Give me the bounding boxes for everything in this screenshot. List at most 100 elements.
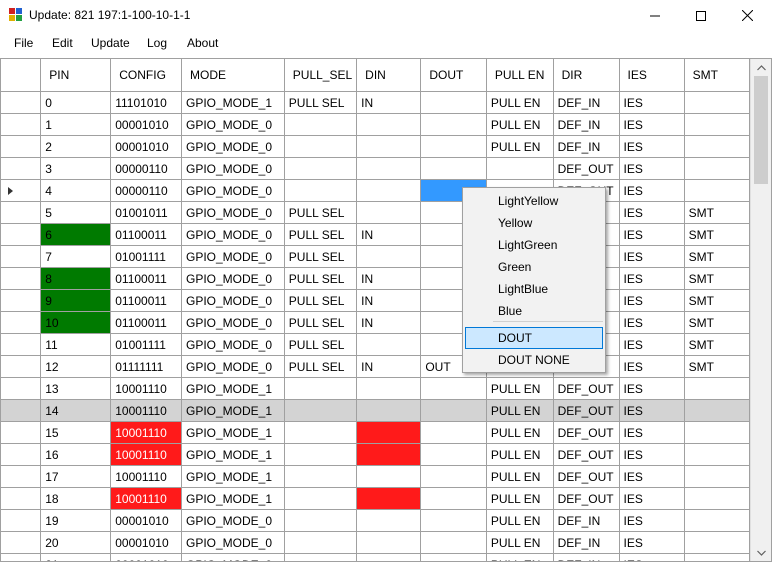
cell-din[interactable] [356, 113, 422, 136]
menu-item-lightyellow[interactable]: LightYellow [465, 190, 603, 212]
cell-mode[interactable]: GPIO_MODE_0 [181, 223, 285, 246]
cell-mode[interactable]: GPIO_MODE_0 [181, 509, 285, 532]
cell-dout[interactable] [420, 487, 487, 510]
table-row[interactable]: 13 10001110 GPIO_MODE_1 PULL EN DEF_OUT IES [0, 377, 750, 400]
cell-pull-en[interactable]: PULL EN [485, 377, 554, 400]
cell-din[interactable] [356, 399, 422, 422]
cell-dout[interactable] [420, 91, 487, 114]
column-header-mode[interactable]: MODE [181, 58, 285, 92]
cell-ies[interactable]: IES [618, 509, 685, 532]
cell-mode[interactable]: GPIO_MODE_0 [181, 267, 285, 290]
table-row[interactable]: 19 00001010 GPIO_MODE_0 PULL EN DEF_IN IES [0, 509, 750, 532]
cell-ies[interactable]: IES [618, 333, 685, 356]
cell-ies[interactable]: IES [618, 443, 685, 466]
cell-smt[interactable] [683, 157, 750, 180]
row-header[interactable] [0, 135, 42, 158]
cell-dir[interactable]: DEF_IN [552, 113, 620, 136]
menu-update[interactable]: Update [91, 36, 130, 50]
cell-config[interactable]: 10001110 [110, 399, 182, 422]
cell-pull-sel[interactable] [283, 509, 358, 532]
cell-mode[interactable]: GPIO_MODE_0 [181, 179, 285, 202]
cell-din[interactable] [356, 135, 422, 158]
cell-ies[interactable]: IES [618, 289, 685, 312]
column-header-config[interactable]: CONFIG [110, 58, 182, 92]
cell-pull-sel[interactable] [283, 443, 358, 466]
cell-ies[interactable]: IES [618, 245, 685, 268]
cell-pull-sel[interactable] [283, 135, 358, 158]
cell-pull-en[interactable]: PULL EN [485, 509, 554, 532]
row-header[interactable] [0, 179, 42, 202]
row-header[interactable] [0, 377, 42, 400]
cell-config[interactable]: 00001010 [110, 509, 182, 532]
cell-smt[interactable] [683, 135, 750, 158]
cell-dir[interactable]: DEF_OUT [552, 377, 620, 400]
cell-pin[interactable]: 8 [40, 267, 112, 290]
menu-item-lightgreen[interactable]: LightGreen [465, 234, 603, 256]
table-row[interactable]: 3 00000110 GPIO_MODE_0 DEF_OUT IES [0, 157, 750, 180]
cell-dout[interactable] [420, 553, 487, 562]
cell-pull-sel[interactable]: PULL SEL [283, 267, 358, 290]
menu-item-yellow[interactable]: Yellow [465, 212, 603, 234]
cell-mode[interactable]: GPIO_MODE_0 [181, 531, 285, 554]
menu-log[interactable]: Log [147, 36, 167, 50]
cell-din[interactable] [356, 333, 422, 356]
cell-ies[interactable]: IES [618, 223, 685, 246]
cell-ies[interactable]: IES [618, 91, 685, 114]
cell-pin[interactable]: 19 [40, 509, 112, 532]
menu-item-green[interactable]: Green [465, 256, 603, 278]
cell-dout[interactable] [420, 135, 487, 158]
cell-din[interactable]: IN [356, 267, 422, 290]
cell-din[interactable] [356, 487, 422, 510]
cell-mode[interactable]: GPIO_MODE_1 [181, 377, 285, 400]
row-header[interactable] [0, 465, 42, 488]
cell-config[interactable]: 00001010 [110, 135, 182, 158]
cell-pin[interactable]: 12 [40, 355, 112, 378]
cell-pull-en[interactable]: PULL EN [485, 399, 554, 422]
cell-dout[interactable] [420, 465, 487, 488]
cell-pull-sel[interactable] [283, 531, 358, 554]
column-header-din[interactable]: DIN [356, 58, 422, 92]
cell-config[interactable]: 00001010 [110, 553, 182, 562]
cell-ies[interactable]: IES [618, 553, 685, 562]
cell-dout[interactable] [420, 399, 487, 422]
cell-mode[interactable]: GPIO_MODE_0 [181, 333, 285, 356]
cell-pin[interactable]: 6 [40, 223, 112, 246]
row-header[interactable] [0, 289, 42, 312]
cell-config[interactable]: 01100011 [110, 311, 182, 334]
cell-pin[interactable]: 3 [40, 157, 112, 180]
cell-pull-sel[interactable]: PULL SEL [283, 311, 358, 334]
menu-file[interactable]: File [14, 36, 33, 50]
cell-din[interactable] [356, 465, 422, 488]
cell-pull-en[interactable]: PULL EN [485, 553, 554, 562]
cell-mode[interactable]: GPIO_MODE_0 [181, 135, 285, 158]
table-row[interactable]: 12 01111111 GPIO_MODE_0 PULL SEL IN OUT IES SMT [0, 355, 750, 378]
table-row[interactable]: 10 01100011 GPIO_MODE_0 PULL SEL IN IES SMT [0, 311, 750, 334]
minimize-button[interactable] [632, 0, 678, 31]
cell-dir[interactable]: DEF_OUT [552, 465, 620, 488]
cell-dir[interactable]: DEF_OUT [552, 399, 620, 422]
table-row[interactable]: 17 10001110 GPIO_MODE_1 PULL EN DEF_OUT IES [0, 465, 750, 488]
cell-config[interactable]: 01001011 [110, 201, 182, 224]
row-header[interactable] [0, 113, 42, 136]
cell-mode[interactable]: GPIO_MODE_1 [181, 487, 285, 510]
row-header[interactable] [0, 267, 42, 290]
cell-pin[interactable]: 13 [40, 377, 112, 400]
cell-smt[interactable] [683, 531, 750, 554]
cell-smt[interactable]: SMT [683, 289, 750, 312]
column-header-dout[interactable]: DOUT [420, 58, 487, 92]
cell-din[interactable]: IN [356, 223, 422, 246]
cell-dout[interactable] [420, 113, 487, 136]
cell-pull-sel[interactable]: PULL SEL [283, 333, 358, 356]
cell-config[interactable]: 10001110 [110, 487, 182, 510]
cell-pin[interactable]: 9 [40, 289, 112, 312]
cell-config[interactable]: 00000110 [110, 179, 182, 202]
cell-dir[interactable]: DEF_IN [552, 553, 620, 562]
cell-dout[interactable] [420, 157, 487, 180]
table-row[interactable]: 5 01001011 GPIO_MODE_0 PULL SEL IES SMT [0, 201, 750, 224]
cell-pull-en[interactable]: PULL EN [485, 443, 554, 466]
row-header[interactable] [0, 443, 42, 466]
table-row[interactable]: 2 00001010 GPIO_MODE_0 PULL EN DEF_IN IES [0, 135, 750, 158]
cell-pin[interactable]: 10 [40, 311, 112, 334]
cell-din[interactable] [356, 421, 422, 444]
cell-pin[interactable]: 2 [40, 135, 112, 158]
